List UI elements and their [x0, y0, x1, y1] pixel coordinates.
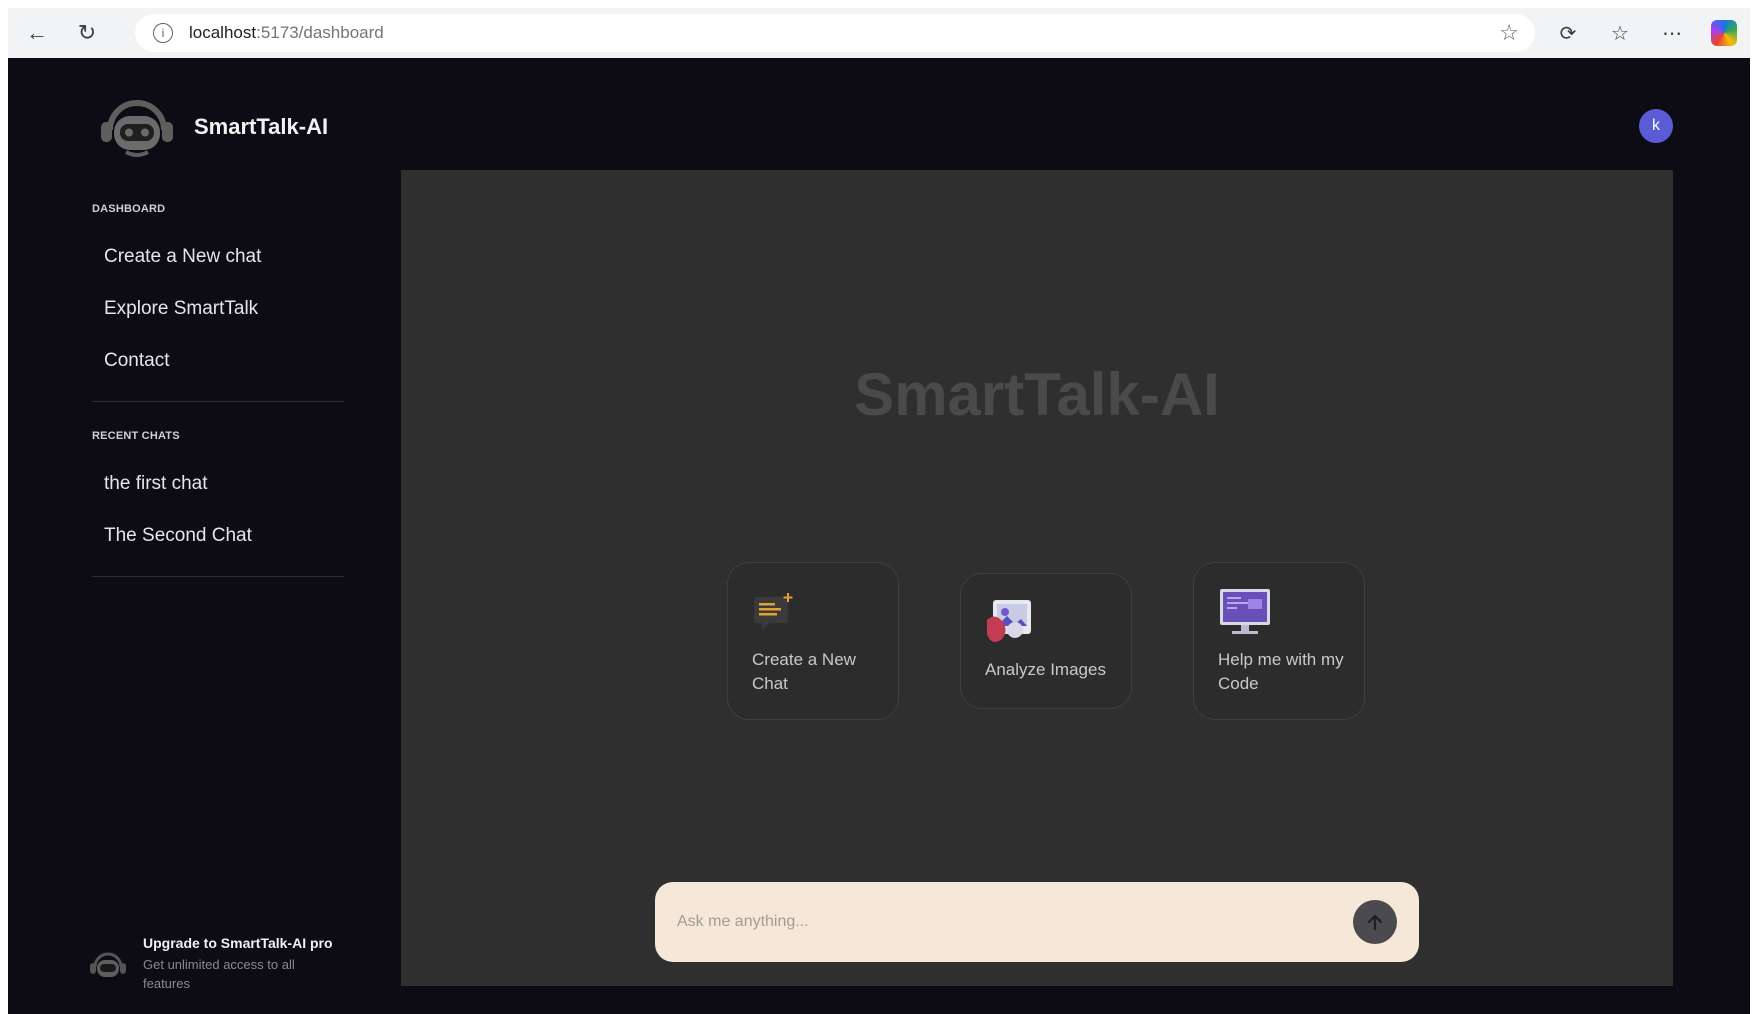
recent-chat-item[interactable]: the first chat [84, 458, 344, 510]
robot-logo-icon [101, 100, 173, 157]
info-icon[interactable]: i [153, 23, 173, 43]
option-label: Analyze Images [985, 660, 1106, 679]
app-name: SmartTalk-AI [194, 114, 329, 139]
code-icon [1220, 589, 1270, 634]
send-button[interactable] [1353, 900, 1397, 944]
option-label: Help me with my Code [1218, 650, 1344, 693]
user-avatar[interactable]: k [1639, 109, 1673, 143]
copilot-icon[interactable] [1711, 20, 1737, 46]
sidebar: DASHBOARD Create a New chat Explore Smar… [84, 203, 344, 605]
back-icon[interactable]: ← [16, 12, 58, 54]
menu-create-new-chat[interactable]: Create a New chat [84, 231, 344, 283]
chat-icon [754, 593, 793, 630]
menu-contact[interactable]: Contact [84, 335, 344, 387]
app-logo[interactable]: SmartTalk-AI [96, 94, 328, 160]
recent-chats-section-title: RECENT CHATS [92, 430, 180, 442]
upgrade-description: Get unlimited access to all features [143, 957, 295, 991]
upgrade-banner[interactable]: Upgrade to SmartTalk-AI pro Get unlimite… [88, 935, 333, 993]
arrow-up-icon [1367, 914, 1383, 931]
option-help-with-code[interactable]: Help me with my Code [1193, 562, 1365, 720]
option-analyze-images[interactable]: Analyze Images [960, 573, 1132, 709]
image-icon [987, 600, 1031, 642]
address-bar[interactable]: i localhost:5173/dashboard ☆ [135, 14, 1535, 52]
main-panel: SmartTalk-AI Create a New Chat Analyze I… [401, 170, 1673, 986]
extensions-icon[interactable]: ⟳ [1542, 21, 1594, 46]
prompt-bar [655, 882, 1419, 962]
app-root: SmartTalk-AI k DASHBOARD Create a New ch… [8, 58, 1750, 1014]
browser-toolbar: ← ↻ i localhost:5173/dashboard ☆ ⟳ ☆ ⋯ [8, 8, 1750, 58]
recent-chat-item[interactable]: The Second Chat [84, 510, 344, 562]
star-icon[interactable]: ☆ [1499, 20, 1519, 46]
menu-explore-smarttalk[interactable]: Explore SmartTalk [84, 283, 344, 335]
sidebar-divider [92, 401, 344, 402]
prompt-input[interactable] [677, 906, 1317, 938]
more-icon[interactable]: ⋯ [1646, 21, 1698, 46]
robot-logo-icon [90, 952, 126, 977]
option-create-new-chat[interactable]: Create a New Chat [727, 562, 899, 720]
reload-icon[interactable]: ↻ [66, 12, 108, 54]
sidebar-divider [92, 576, 344, 577]
url-host: localhost [189, 23, 257, 42]
favorites-icon[interactable]: ☆ [1594, 21, 1646, 46]
upgrade-title: Upgrade to SmartTalk-AI pro [143, 935, 333, 951]
dashboard-section-title: DASHBOARD [92, 203, 166, 215]
main-title: SmartTalk-AI [854, 361, 1220, 428]
url-path: :5173/dashboard [256, 23, 384, 42]
option-label: Create a New Chat [752, 650, 856, 693]
